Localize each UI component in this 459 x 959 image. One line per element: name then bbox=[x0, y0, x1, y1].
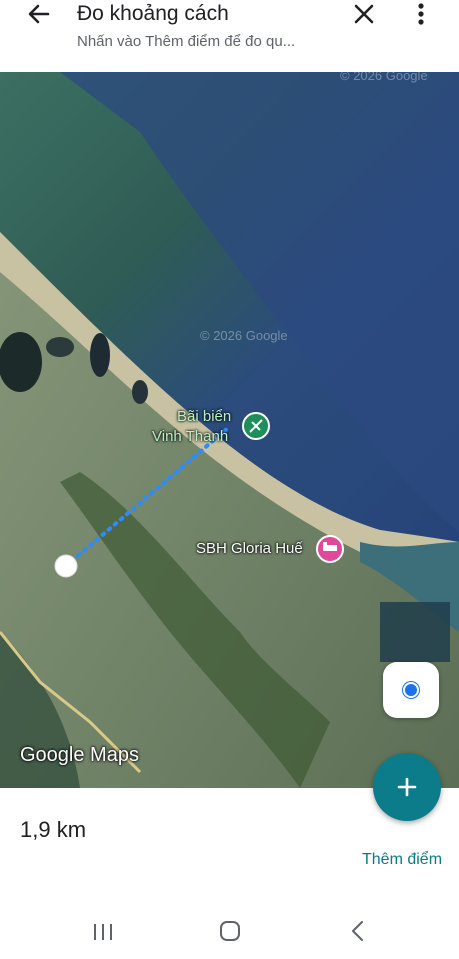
beach-poi-icon bbox=[242, 412, 270, 440]
page-subtitle: Nhấn vào Thêm điểm để đo qu... bbox=[77, 33, 296, 50]
add-point-button[interactable]: Thêm điểm bbox=[362, 851, 442, 869]
system-back-button[interactable] bbox=[340, 916, 376, 946]
google-maps-brand: Google Maps bbox=[20, 744, 139, 766]
hotel-poi-icon bbox=[316, 535, 344, 563]
page-title: Đo khoảng cách bbox=[77, 2, 229, 25]
home-icon bbox=[220, 921, 240, 941]
recent-apps-button[interactable] bbox=[85, 916, 121, 946]
my-location-icon bbox=[403, 682, 419, 698]
more-vert-icon bbox=[418, 3, 424, 25]
beach-label-line2[interactable]: Vinh Thanh bbox=[152, 428, 228, 445]
home-button[interactable] bbox=[212, 916, 248, 946]
distance-value: 1,9 km bbox=[20, 817, 87, 842]
system-nav-bar bbox=[0, 900, 459, 959]
back-button[interactable] bbox=[18, 0, 60, 32]
arrow-back-icon bbox=[28, 4, 50, 24]
more-options-button[interactable] bbox=[406, 0, 436, 32]
beach-label-line1[interactable]: Bãi biển bbox=[177, 408, 231, 425]
top-bar: Đo khoảng cách Nhấn vào Thêm điểm để đo … bbox=[0, 0, 459, 72]
my-location-button[interactable] bbox=[383, 662, 439, 718]
system-back-icon bbox=[352, 921, 363, 941]
plus-icon bbox=[397, 777, 417, 797]
close-button[interactable] bbox=[348, 0, 380, 32]
add-point-fab[interactable] bbox=[373, 753, 441, 821]
close-icon bbox=[354, 4, 374, 24]
recent-apps-icon bbox=[94, 924, 112, 940]
satellite-map[interactable]: © 2026 Google © 2026 Google Bãi biển Vin… bbox=[0, 72, 459, 788]
hotel-label[interactable]: SBH Gloria Huế bbox=[196, 540, 303, 557]
start-point-marker bbox=[54, 554, 78, 578]
